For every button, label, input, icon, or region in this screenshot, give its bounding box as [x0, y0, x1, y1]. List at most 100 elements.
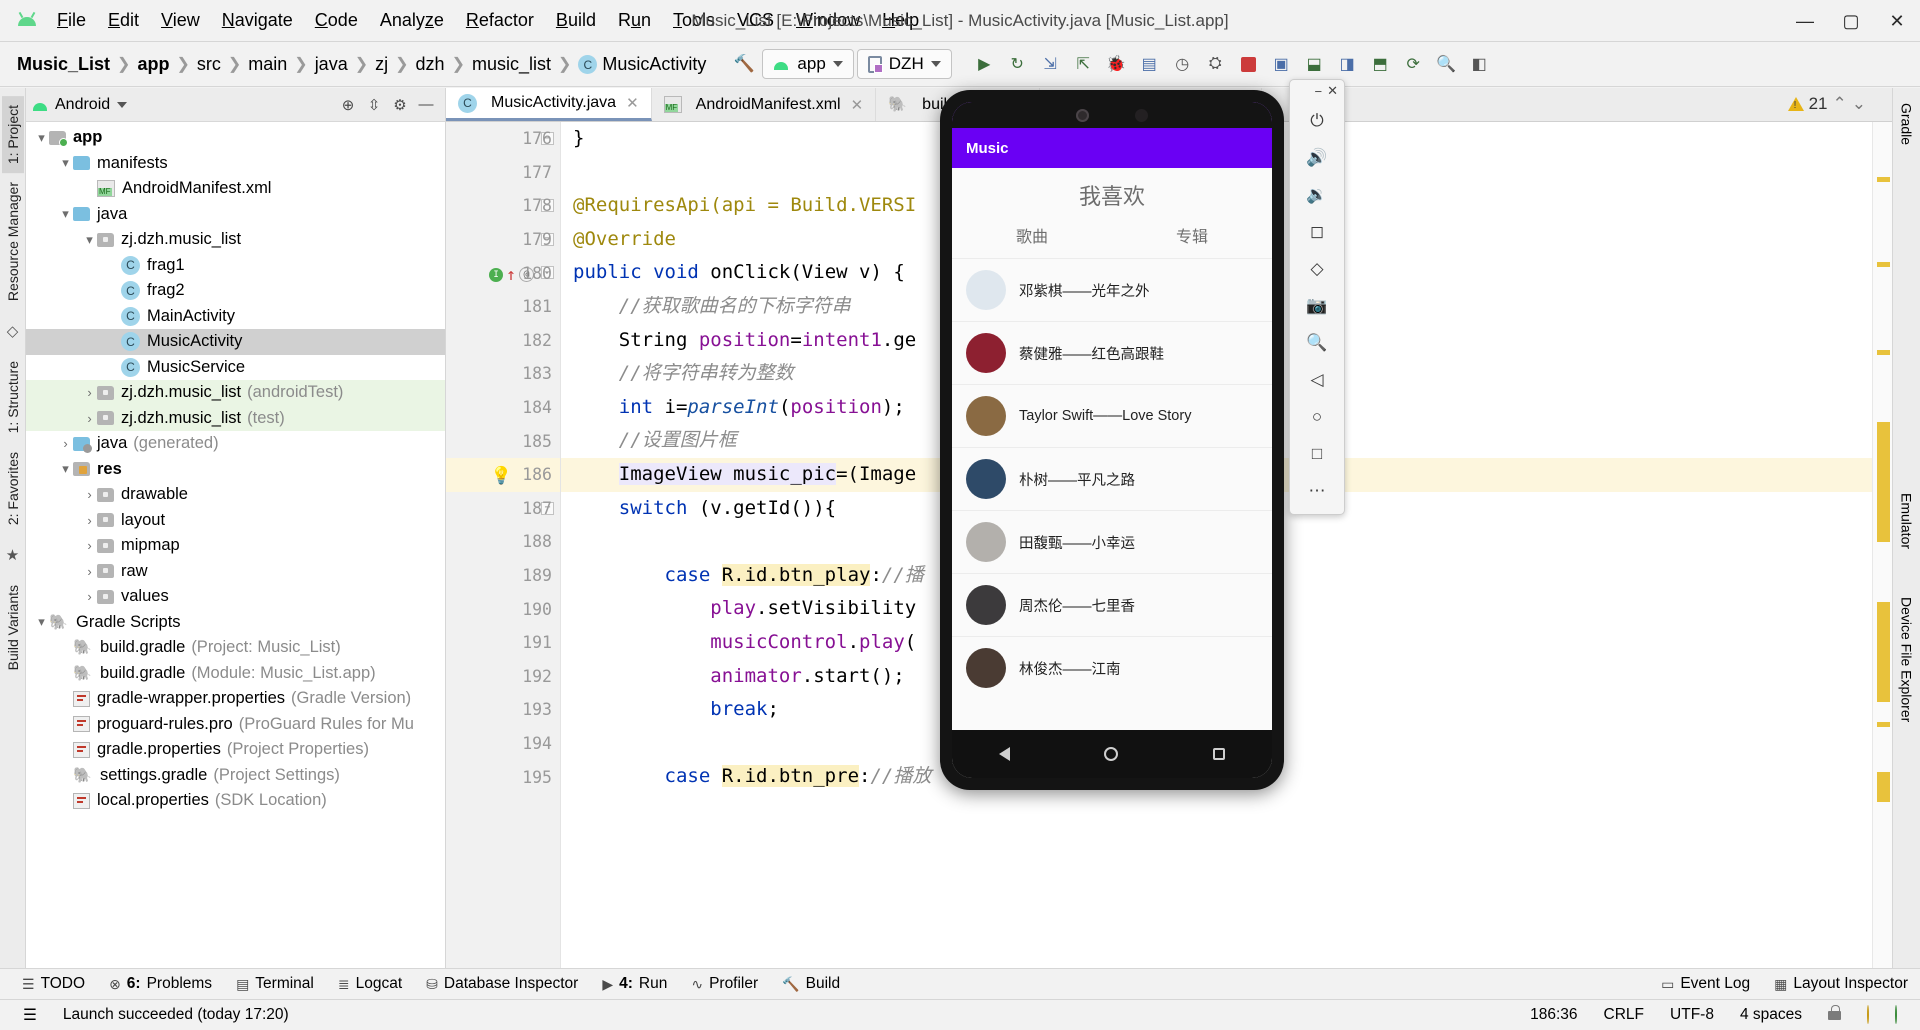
- inspection-widget[interactable]: 21 ⌃ ⌄: [1787, 94, 1866, 114]
- tree-expand-arrow[interactable]: ▾: [34, 130, 49, 146]
- song-list[interactable]: 邓紫棋——光年之外 蔡健雅——红色高跟鞋 Taylor Swift——Love St…: [952, 258, 1272, 699]
- tree-expand-arrow[interactable]: ›: [82, 538, 97, 553]
- apply-code-changes-button[interactable]: ⇱: [1068, 49, 1099, 80]
- tree-node-gradle-scripts[interactable]: ▾ 🐘 Gradle Scripts: [26, 610, 445, 636]
- back-icon[interactable]: [999, 747, 1011, 761]
- tree-node-zj-dzh-music-list[interactable]: › zj.dzh.music_list (androidTest): [26, 380, 445, 406]
- phone-nav-bar[interactable]: [952, 730, 1272, 778]
- sdk-manager-button[interactable]: ⬓: [1299, 49, 1330, 80]
- maximize-button[interactable]: ▢: [1828, 0, 1874, 42]
- tree-node-res[interactable]: ▾ res: [26, 457, 445, 483]
- tree-node-zj-dzh-music-list[interactable]: › zj.dzh.music_list (test): [26, 405, 445, 431]
- debug-button[interactable]: ↻: [1002, 49, 1033, 80]
- bottom-tool-event-log[interactable]: ▭ Event Log: [1649, 969, 1762, 1000]
- breadcrumb-item-class[interactable]: C MusicActivity: [573, 52, 711, 77]
- volume-down-icon[interactable]: 🔉: [1299, 176, 1335, 213]
- emulator-window[interactable]: 11:15 Music 我喜欢 歌曲 专辑 邓紫棋——光年之外蔡健雅——红: [940, 82, 1288, 796]
- rotate-left-icon[interactable]: ◻: [1299, 213, 1335, 250]
- tree-node-musicservice[interactable]: C MusicService: [26, 355, 445, 381]
- home-icon[interactable]: ○: [1299, 398, 1335, 435]
- tree-expand-arrow[interactable]: ›: [82, 411, 97, 426]
- gutter-line-177[interactable]: 177: [446, 156, 560, 190]
- bottom-tool-build[interactable]: 🔨 Build: [770, 969, 852, 1000]
- sidebar-tab-favorites[interactable]: 2: Favorites: [2, 443, 24, 534]
- tree-node-java[interactable]: ▾ java: [26, 202, 445, 228]
- tree-node-frag1[interactable]: Cfrag1: [26, 253, 445, 279]
- tree-expand-arrow[interactable]: ▾: [82, 232, 97, 248]
- gutter-line-182[interactable]: 182: [446, 324, 560, 358]
- tree-node-java[interactable]: › java (generated): [26, 431, 445, 457]
- menu-item-edit[interactable]: Edit: [97, 6, 150, 35]
- gutter-line-184[interactable]: 184: [446, 391, 560, 425]
- breadcrumb-item-src[interactable]: src: [192, 52, 226, 77]
- close-button[interactable]: ✕: [1874, 0, 1920, 42]
- breadcrumb[interactable]: Music_List ❯ app ❯ src ❯ main ❯ java ❯ z…: [12, 52, 711, 77]
- tree-expand-arrow[interactable]: ▾: [58, 461, 73, 477]
- tree-node-app[interactable]: ▾ app: [26, 125, 445, 151]
- indent-setting[interactable]: 4 spaces: [1727, 1006, 1815, 1024]
- breadcrumb-item-dzh[interactable]: dzh: [411, 52, 450, 77]
- breadcrumb-item-package[interactable]: music_list: [467, 52, 556, 77]
- menu-item-run[interactable]: Run: [607, 6, 662, 35]
- power-icon[interactable]: ⏻: [1299, 102, 1335, 139]
- tree-expand-arrow[interactable]: ›: [82, 513, 97, 528]
- tree-node-musicactivity[interactable]: C MusicActivity: [26, 329, 445, 355]
- attach-debugger-button[interactable]: ▤: [1134, 49, 1165, 80]
- layout-inspector-button[interactable]: ◨: [1332, 49, 1363, 80]
- lock-icon[interactable]: [1815, 1005, 1854, 1025]
- layers-icon[interactable]: ◇: [7, 322, 19, 340]
- gutter-line-178[interactable]: 178−: [446, 189, 560, 223]
- close-icon[interactable]: ✕: [626, 94, 639, 112]
- song-list-item[interactable]: Taylor Swift——Love Story: [952, 384, 1272, 447]
- bottom-tool-terminal[interactable]: ▤ Terminal: [224, 969, 326, 1000]
- tree-node-build-gradle[interactable]: 🐘 build.gradle (Project: Music_List): [26, 635, 445, 661]
- apply-changes-button[interactable]: ⇲: [1035, 49, 1066, 80]
- song-list-item[interactable]: 田馥甄——小幸运: [952, 510, 1272, 573]
- emulator-side-toolbar[interactable]: − ✕ ⏻ 🔊 🔉 ◻ ◇ 📷 🔍 ◁ ○ □ ⋯: [1289, 79, 1345, 515]
- bottom-tool-logcat[interactable]: ≣ Logcat: [326, 969, 414, 1000]
- song-list-item[interactable]: 邓紫棋——光年之外: [952, 258, 1272, 321]
- song-list-item[interactable]: 周杰伦——七里香: [952, 573, 1272, 636]
- tree-node-frag2[interactable]: Cfrag2: [26, 278, 445, 304]
- phone-screen[interactable]: 11:15 Music 我喜欢 歌曲 专辑 邓紫棋——光年之外蔡健雅——红: [952, 102, 1272, 778]
- project-tree[interactable]: ▾ app ▾ manifests MF AndroidManifest.xml ▾ java…: [26, 122, 445, 968]
- gutter-line-185[interactable]: 185: [446, 424, 560, 458]
- settings-gear-icon[interactable]: ⚙: [387, 92, 413, 118]
- file-encoding[interactable]: UTF-8: [1657, 1006, 1727, 1024]
- collapse-all-icon[interactable]: ⇳: [361, 92, 387, 118]
- gutter-line-180[interactable]: 180 I ↑ @ −: [446, 256, 560, 290]
- tree-node-proguard-rules-pro[interactable]: proguard-rules.pro (ProGuard Rules for Mu: [26, 712, 445, 738]
- gutter-line-176[interactable]: 176−: [446, 122, 560, 156]
- tree-node-build-gradle[interactable]: 🐘 build.gradle (Module: Music_List.app): [26, 661, 445, 687]
- breadcrumb-item-app[interactable]: app: [132, 52, 174, 77]
- prev-problem-icon[interactable]: ⌃: [1833, 94, 1847, 114]
- tree-node-mipmap[interactable]: › mipmap: [26, 533, 445, 559]
- bottom-tool-profiler[interactable]: ∿ Profiler: [679, 969, 770, 1000]
- gutter-line-194[interactable]: 194: [446, 727, 560, 761]
- gutter-line-188[interactable]: 188: [446, 525, 560, 559]
- tree-expand-arrow[interactable]: ›: [82, 564, 97, 579]
- tree-expand-arrow[interactable]: ▾: [58, 155, 73, 171]
- tree-expand-arrow[interactable]: ›: [82, 385, 97, 400]
- recents-icon[interactable]: [1212, 748, 1225, 760]
- tree-expand-arrow[interactable]: ›: [82, 589, 97, 604]
- tree-node-values[interactable]: › values: [26, 584, 445, 610]
- run-button[interactable]: ▶: [969, 49, 1000, 80]
- device-file-explorer-button[interactable]: ⬒: [1365, 49, 1396, 80]
- memory-indicator-icon[interactable]: [1882, 1005, 1910, 1024]
- emulator-close-button[interactable]: ✕: [1327, 83, 1338, 99]
- caret-position[interactable]: 186:36: [1517, 1006, 1590, 1024]
- hide-panel-icon[interactable]: —: [413, 92, 439, 118]
- sidebar-tab-emulator[interactable]: Emulator: [1896, 484, 1918, 558]
- tree-node-settings-gradle[interactable]: 🐘 settings.gradle (Project Settings): [26, 763, 445, 789]
- emulator-minimize-button[interactable]: −: [1315, 84, 1323, 99]
- menu-item-analyze[interactable]: Analyze: [369, 6, 455, 35]
- gutter-line-186[interactable]: 186 💡: [446, 457, 560, 492]
- breadcrumb-item-java[interactable]: java: [310, 52, 353, 77]
- tree-node-gradle-wrapper-properties[interactable]: gradle-wrapper.properties (Gradle Version…: [26, 686, 445, 712]
- gutter-line-183[interactable]: 183: [446, 357, 560, 391]
- gutter-line-191[interactable]: 191: [446, 626, 560, 660]
- device-monitor-button[interactable]: ⛭: [1200, 49, 1231, 80]
- bottom-tool-run[interactable]: ▶ 4: Run: [590, 969, 679, 1000]
- song-list-item[interactable]: 蔡健雅——红色高跟鞋: [952, 321, 1272, 384]
